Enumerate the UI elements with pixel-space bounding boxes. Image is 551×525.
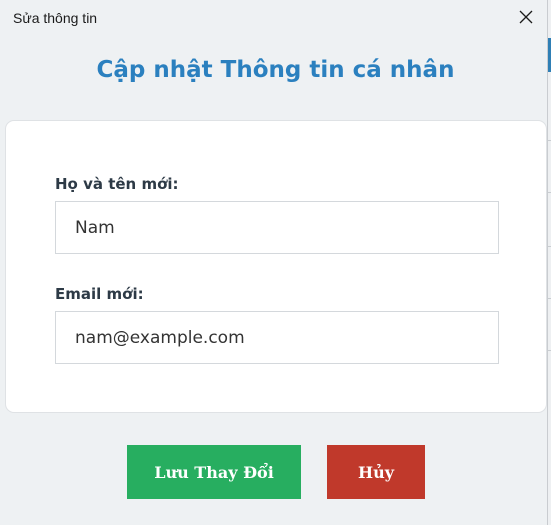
form-card: Họ và tên mới: Email mới: [5,120,547,413]
dialog-titlebar: Sửa thông tin [0,0,547,36]
edit-info-dialog: Sửa thông tin Cập nhật Thông tin cá nhân… [0,0,548,525]
close-icon [519,10,533,24]
save-button[interactable]: Lưu Thay Đổi [127,445,301,499]
form-heading: Cập nhật Thông tin cá nhân [96,57,455,83]
close-button[interactable] [506,2,546,32]
name-input[interactable] [55,201,499,254]
email-label: Email mới: [55,285,144,303]
dialog-title: Sửa thông tin [13,10,98,26]
email-input[interactable] [55,311,499,364]
cancel-button[interactable]: Hủy [327,445,425,499]
name-label: Họ và tên mới: [55,175,179,193]
